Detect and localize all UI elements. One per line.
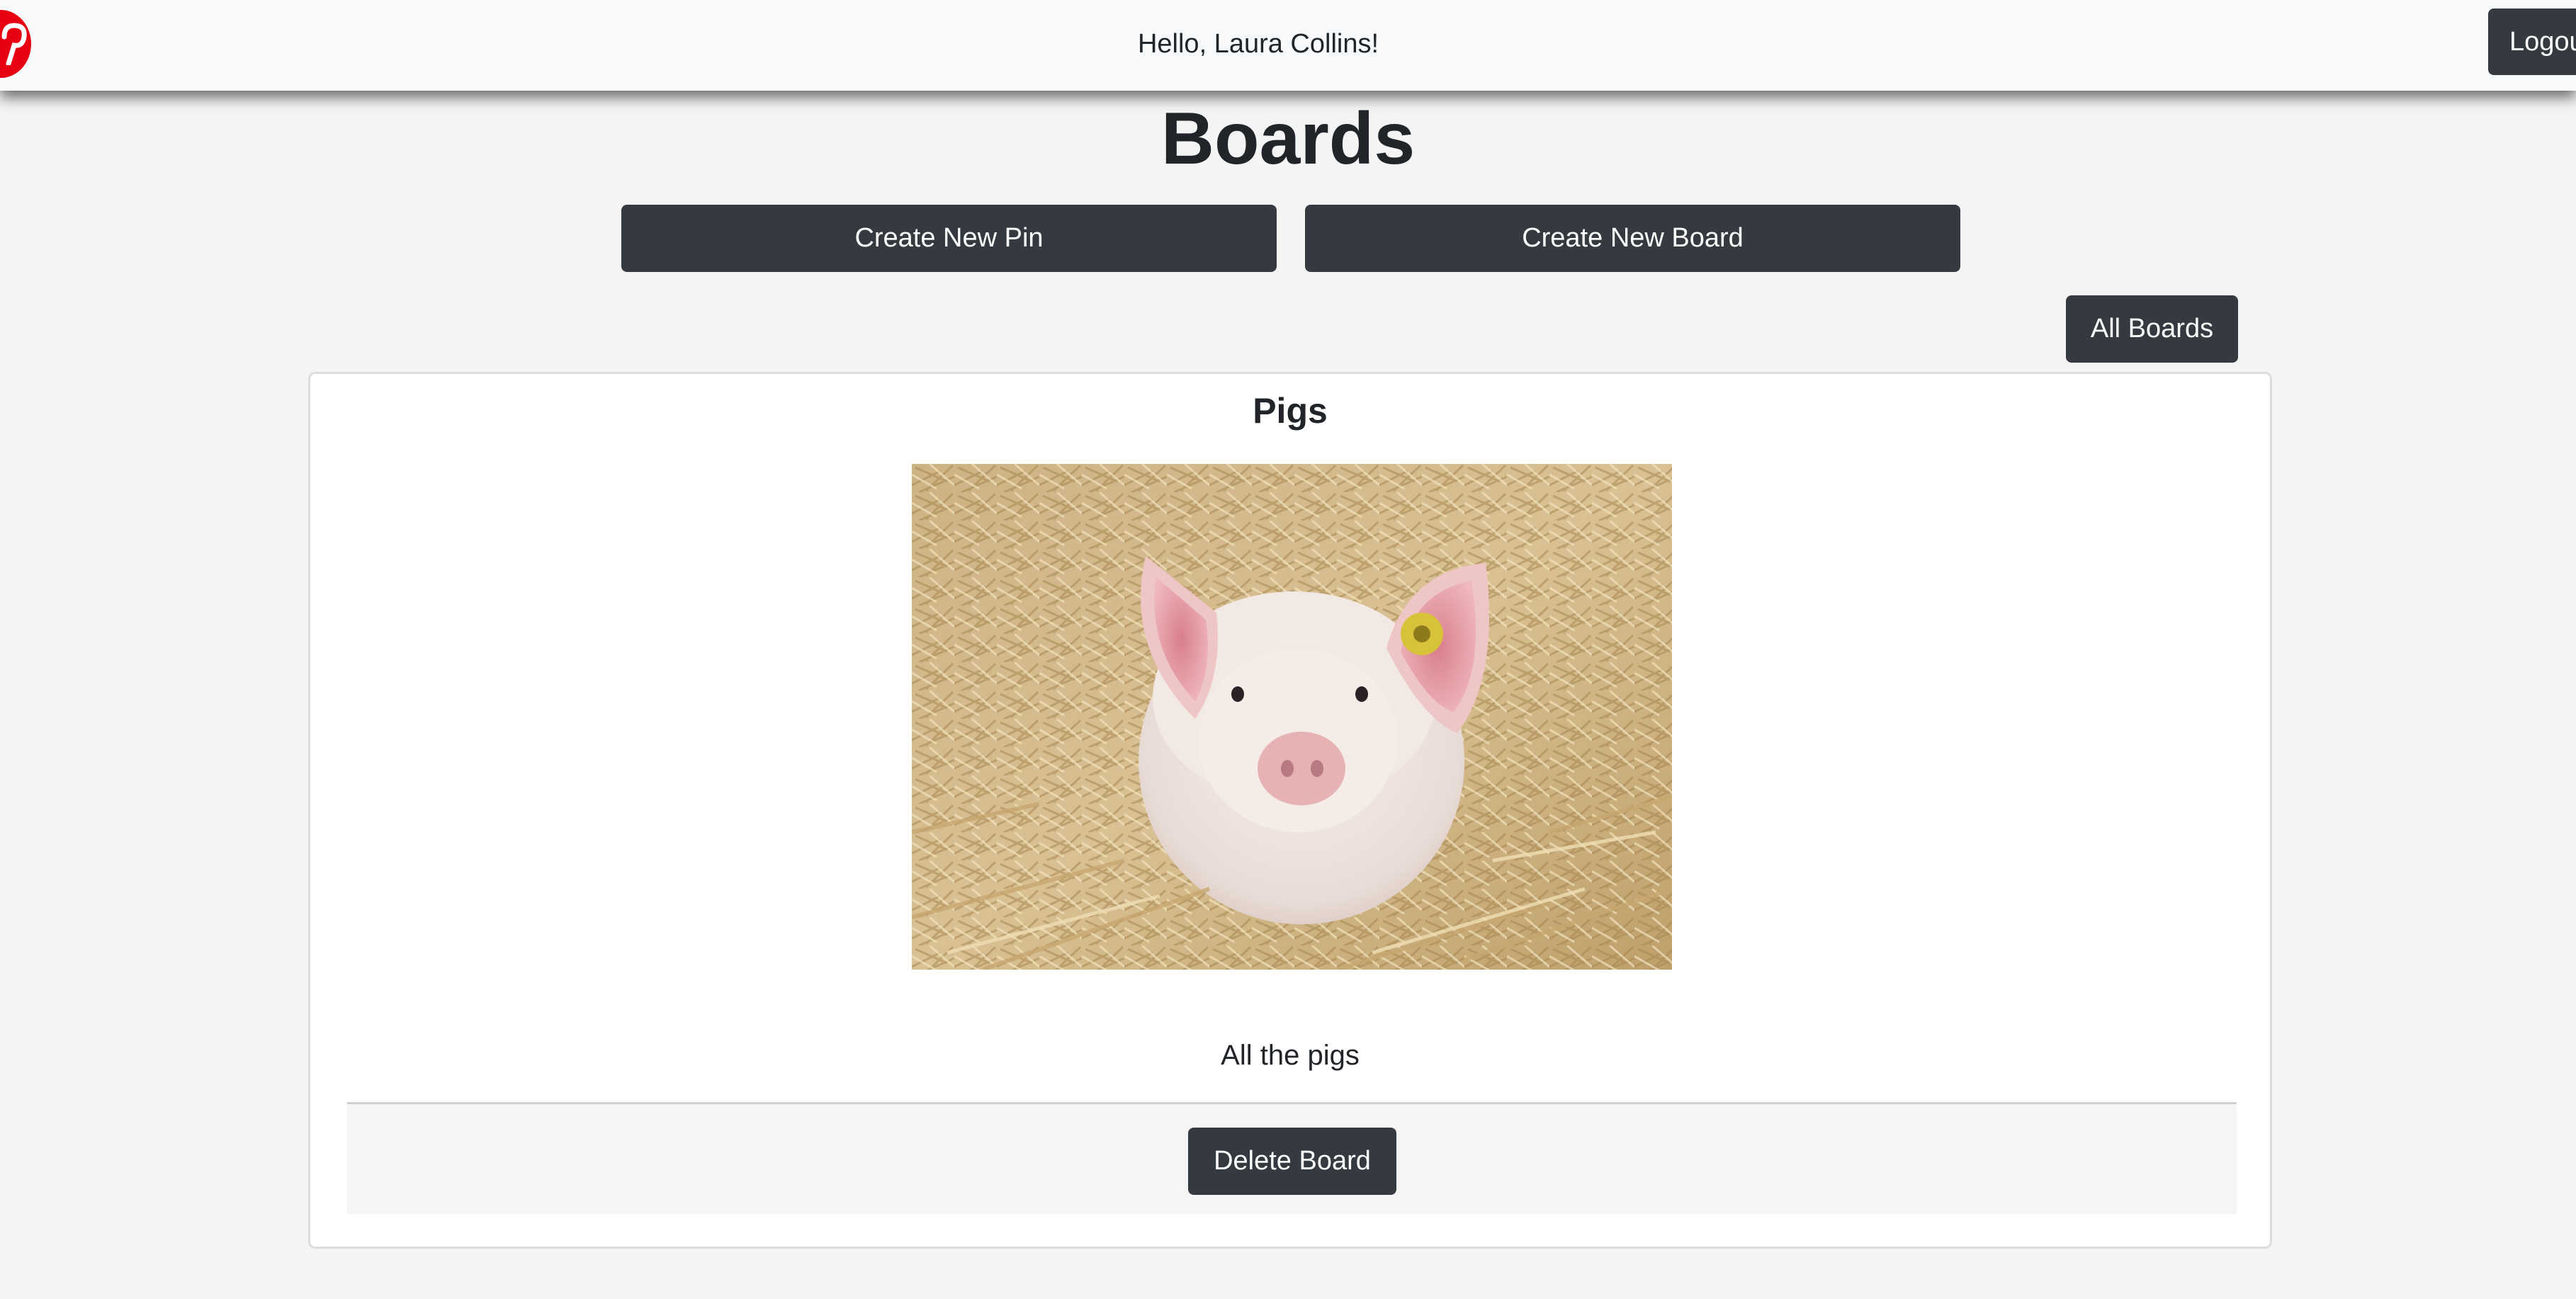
logout-button[interactable]: Logout <box>2488 8 2576 75</box>
delete-board-button[interactable]: Delete Board <box>1188 1128 1396 1195</box>
board-card: Pigs All the pigs Delete Board <box>308 372 2272 1249</box>
create-new-board-button[interactable]: Create New Board <box>1305 205 1960 272</box>
greeting-text: Hello, Laura Collins! <box>1137 29 1379 59</box>
all-boards-button[interactable]: All Boards <box>2066 295 2238 363</box>
card-footer: Delete Board <box>347 1102 2237 1214</box>
board-cover-image[interactable] <box>912 464 1672 970</box>
board-title: Pigs <box>1253 391 1328 431</box>
top-navbar: Hello, Laura Collins! Logout <box>0 0 2576 91</box>
board-description: All the pigs <box>1221 1040 1360 1071</box>
page-title: Boards <box>1160 98 1416 180</box>
create-new-pin-button[interactable]: Create New Pin <box>621 205 1277 272</box>
